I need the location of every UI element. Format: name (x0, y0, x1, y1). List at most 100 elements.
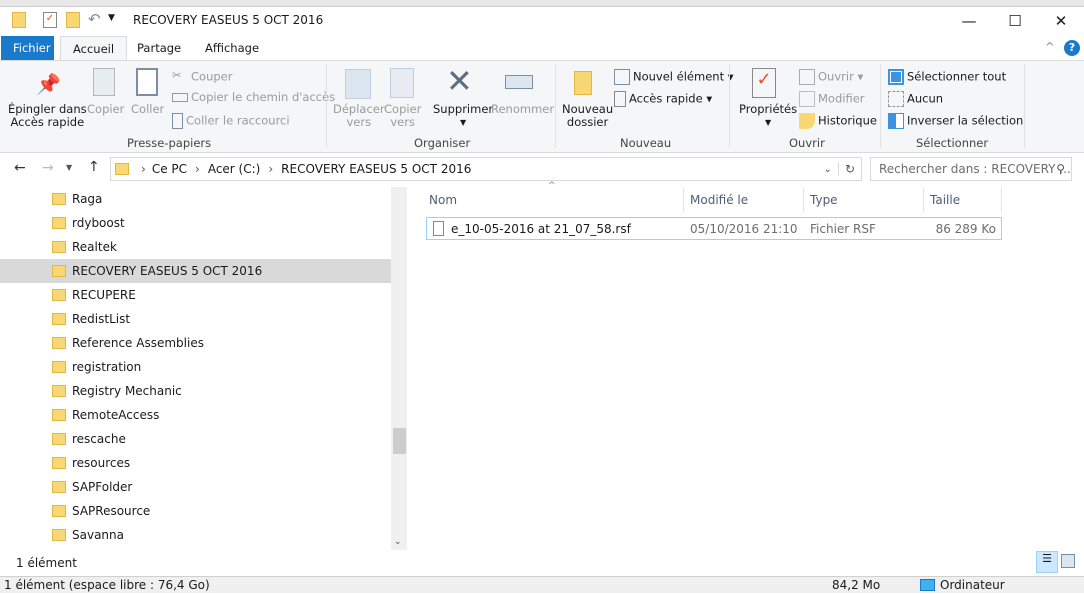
divider (555, 64, 556, 148)
scissors-icon: ✂ (172, 68, 182, 82)
nav-item[interactable]: Realtek (0, 235, 391, 259)
nav-item-label: SAPResource (72, 504, 151, 518)
chevron-icon: › (141, 162, 146, 176)
column-header-size[interactable]: Taille (924, 187, 1002, 213)
column-header-name[interactable]: Nom (423, 187, 684, 213)
file-row[interactable]: e_10-05-2016 at 21_07_58.rsf 05/10/2016 … (426, 217, 1002, 240)
search-input[interactable]: Rechercher dans : RECOVERY ... ⚲ (870, 157, 1072, 181)
nav-scrollbar[interactable] (391, 187, 407, 550)
column-header-type[interactable]: Type (804, 187, 924, 213)
paste-button[interactable]: Coller (131, 103, 164, 116)
undo-icon[interactable]: ↶ (88, 10, 101, 28)
back-button[interactable]: ← (14, 160, 26, 176)
breadcrumb-item[interactable]: RECOVERY EASEUS 5 OCT 2016 (281, 162, 471, 176)
nav-item[interactable]: RECOVERY EASEUS 5 OCT 2016 (0, 259, 391, 283)
history-label: Historique (818, 113, 877, 128)
up-button[interactable]: ↑ (88, 159, 100, 175)
tab-partage[interactable]: Partage (125, 36, 193, 60)
forward-button[interactable]: → (42, 160, 54, 176)
invert-selection-label: Inverser la sélection (907, 113, 1024, 128)
nav-item[interactable]: rdyboost (0, 211, 391, 235)
new-folder-label-2: dossier (566, 115, 609, 129)
paste-icon (136, 68, 158, 96)
nav-item-label: SAPFolder (72, 480, 133, 494)
refresh-icon[interactable]: ↻ (837, 162, 861, 176)
nav-item-label: Savanna (72, 528, 124, 542)
copy-to-icon (390, 68, 414, 98)
nav-item[interactable]: RemoteAccess (0, 403, 391, 427)
copy-to-button[interactable]: Copier vers (384, 103, 421, 129)
new-folder-quick-icon[interactable] (66, 12, 80, 28)
history-button[interactable]: Historique (799, 113, 877, 129)
maximize-button[interactable]: ☐ (992, 8, 1038, 34)
file-name: e_10-05-2016 at 21_07_58.rsf (451, 222, 631, 236)
new-folder-button[interactable]: Nouveau dossier (562, 103, 613, 129)
copy-path-button[interactable]: Copier le chemin d'accès (172, 91, 335, 104)
cut-label: Couper (191, 69, 233, 84)
easy-access-button[interactable]: Accès rapide ▾ (614, 91, 712, 107)
nav-item[interactable]: Raga (0, 187, 391, 211)
large-icons-view-button[interactable] (1061, 554, 1075, 568)
move-to-button[interactable]: Déplacer vers (333, 103, 385, 129)
tab-fichier[interactable]: Fichier (1, 36, 54, 60)
status-free-space: 1 élément (espace libre : 76,4 Go) (4, 578, 210, 592)
nav-item[interactable]: rescache (0, 427, 391, 451)
delete-button[interactable]: Supprimer ▼ (433, 103, 493, 129)
cut-button[interactable]: ✂ Couper (172, 69, 232, 85)
invert-selection-button[interactable]: Inverser la sélection (888, 113, 1023, 129)
properties-quick-icon[interactable]: ✓ (43, 12, 57, 28)
tab-affichage[interactable]: Affichage (193, 36, 271, 60)
select-none-button[interactable]: Aucun (888, 91, 943, 107)
background-window (0, 0, 1084, 7)
new-folder-icon (574, 71, 592, 95)
address-dropdown-icon[interactable]: ⌄ (818, 164, 838, 175)
folder-icon (52, 313, 66, 325)
invert-selection-icon (888, 113, 904, 129)
divider (880, 64, 881, 148)
rename-button[interactable]: Renommer (491, 103, 554, 116)
nav-item[interactable]: Registry Mechanic (0, 379, 391, 403)
nav-item[interactable]: resources (0, 451, 391, 475)
nav-item[interactable]: Savanna (0, 523, 391, 547)
open-button[interactable]: Ouvrir ▾ (799, 69, 863, 85)
pin-quick-access-button[interactable]: Épingler dans Accès rapide (8, 103, 87, 129)
nav-item-label: Registry Mechanic (72, 384, 182, 398)
divider (1024, 64, 1025, 148)
copy-button[interactable]: Copier (87, 103, 124, 116)
collapse-ribbon-icon[interactable]: ^ (1045, 40, 1055, 54)
paste-shortcut-button[interactable]: Coller le raccourci (172, 113, 290, 129)
folder-icon (12, 12, 26, 28)
search-placeholder: Rechercher dans : RECOVERY ... (879, 162, 1071, 176)
nav-item[interactable]: Reference Assemblies (0, 331, 391, 355)
scrollbar-thumb[interactable] (393, 428, 406, 454)
nav-item[interactable]: registration (0, 355, 391, 379)
customize-quick-access-icon[interactable]: ▼ (108, 13, 115, 23)
column-header-modified[interactable]: Modifié le (684, 187, 804, 213)
nav-item[interactable]: RedistList (0, 307, 391, 331)
new-item-button[interactable]: Nouvel élément ▾ (614, 69, 734, 85)
help-icon[interactable]: ? (1064, 40, 1080, 56)
select-all-button[interactable]: Sélectionner tout (888, 69, 1006, 85)
minimize-button[interactable]: — (946, 8, 992, 34)
group-label-clipboard: Presse-papiers (127, 136, 212, 150)
breadcrumb-item[interactable]: Acer (C:) (208, 162, 261, 176)
chevron-icon: › (268, 162, 274, 176)
nav-item[interactable]: RECUPERE (0, 283, 391, 307)
search-icon: ⚲ (1056, 162, 1065, 176)
folder-icon (52, 385, 66, 397)
recent-locations-icon[interactable]: ▼ (66, 163, 72, 172)
details-view-button[interactable]: ☰ (1036, 551, 1058, 573)
address-bar[interactable]: › Ce PC › Acer (C:) › RECOVERY EASEUS 5 … (110, 157, 862, 181)
breadcrumb-item[interactable]: Ce PC (152, 162, 187, 176)
select-none-label: Aucun (907, 91, 944, 106)
close-button[interactable]: ✕ (1038, 8, 1084, 34)
properties-button[interactable]: Propriétés ▼ (739, 103, 797, 129)
nav-item-label: Raga (72, 192, 103, 206)
edit-button[interactable]: Modifier (799, 91, 865, 107)
scroll-down-icon[interactable]: ⌄ (394, 537, 402, 547)
nav-item[interactable]: SAPResource (0, 499, 391, 523)
tab-accueil[interactable]: Accueil (60, 36, 128, 61)
divider (729, 64, 730, 148)
nav-item[interactable]: SAPFolder (0, 475, 391, 499)
nav-item-label: resources (72, 456, 131, 470)
